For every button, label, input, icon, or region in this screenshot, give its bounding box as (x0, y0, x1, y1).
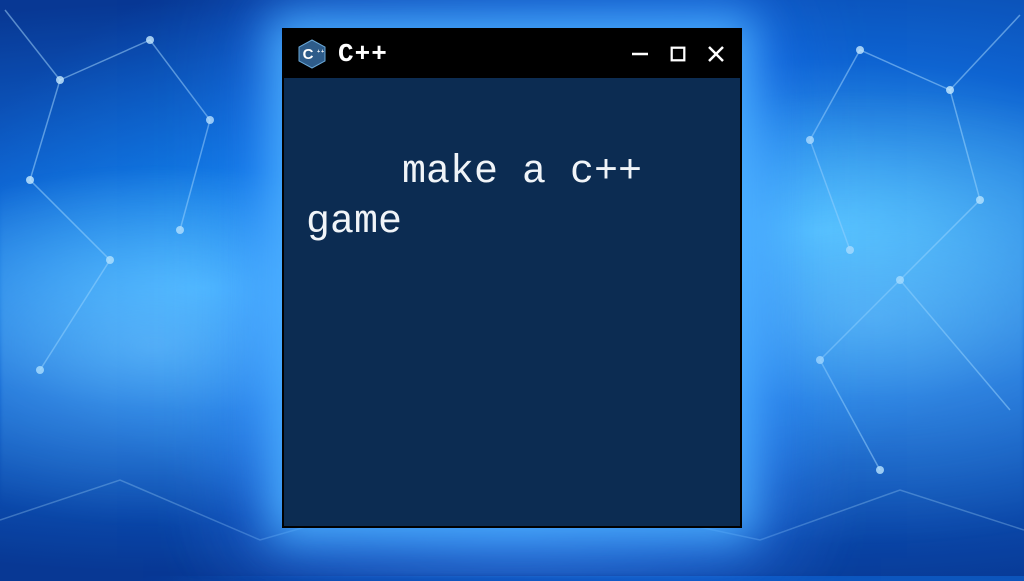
svg-text:+: + (317, 49, 320, 55)
maximize-button[interactable] (666, 42, 690, 66)
minimize-button[interactable] (628, 42, 652, 66)
titlebar[interactable]: C + + C++ (284, 30, 740, 78)
terminal-text: make a c++ game (306, 150, 666, 245)
terminal-content[interactable]: make a c++ game (284, 78, 740, 318)
svg-text:+: + (321, 49, 324, 55)
close-button[interactable] (704, 42, 728, 66)
cpp-logo-icon: C + + (296, 38, 328, 70)
terminal-window: C + + C++ make a c++ game (282, 28, 742, 528)
svg-text:C: C (303, 46, 314, 63)
window-controls (628, 42, 728, 66)
window-title: C++ (338, 39, 618, 69)
